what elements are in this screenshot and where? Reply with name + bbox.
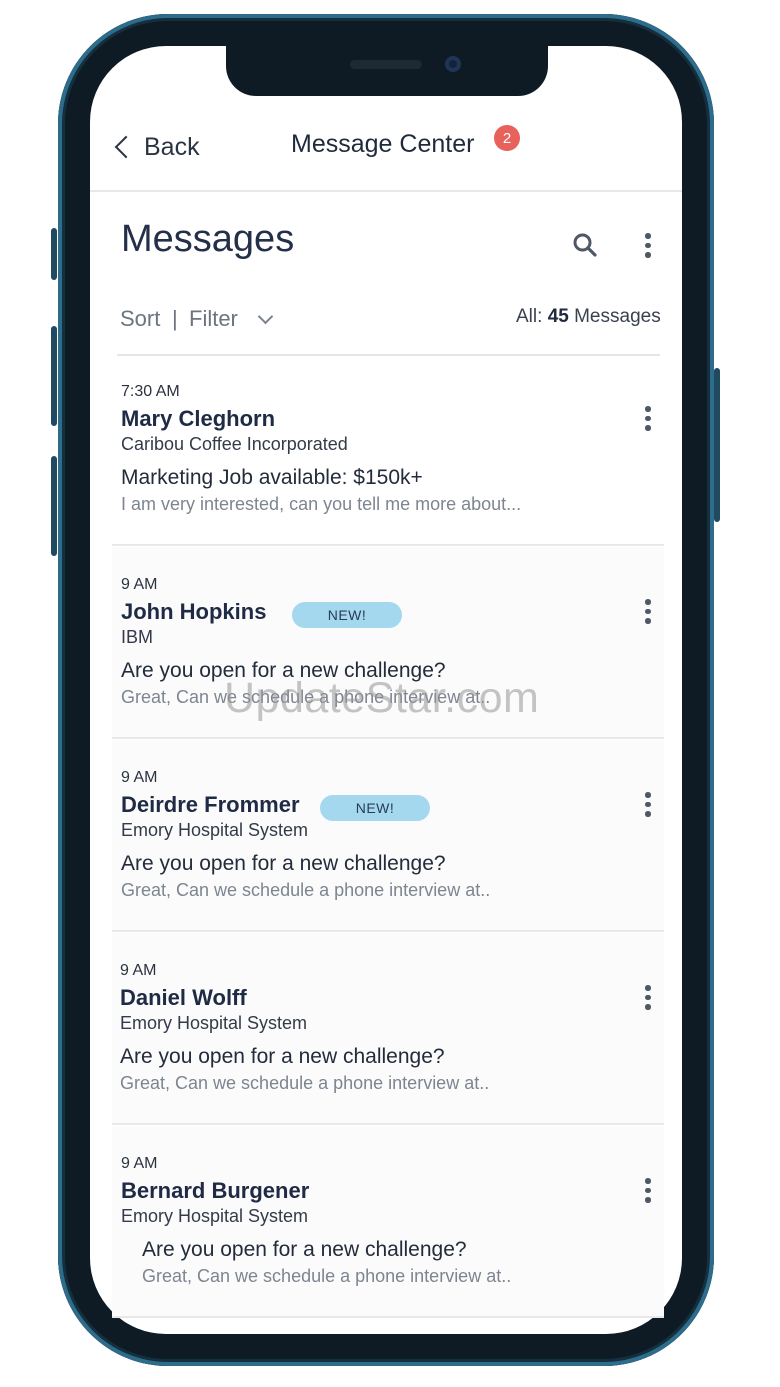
message-time: 9 AM [121, 769, 158, 786]
message-count: All: 45 Messages [516, 306, 661, 328]
count-suffix: Messages [574, 306, 661, 327]
message-divider [112, 737, 664, 739]
speaker-grille [350, 60, 422, 69]
sender-company: Emory Hospital System [120, 1013, 308, 1033]
message-time: 9 AM [120, 962, 157, 979]
message-divider [112, 1316, 664, 1318]
new-badge: NEW! [292, 602, 402, 628]
message-time: 7:30 AM [121, 383, 180, 400]
message-divider [112, 1123, 664, 1125]
message-options-icon[interactable] [645, 406, 651, 431]
sort-button[interactable]: Sort [120, 306, 160, 332]
sender-company: Caribou Coffee Incorporated [121, 434, 348, 454]
filter-button[interactable]: Filter [189, 306, 274, 332]
message-options-icon[interactable] [645, 985, 651, 1010]
filter-label: Filter [189, 306, 238, 331]
sender-name: Bernard Burgener [121, 1178, 310, 1203]
search-icon[interactable] [572, 232, 598, 258]
unread-count-badge: 2 [494, 125, 520, 151]
sort-filter-separator: | [172, 306, 178, 331]
back-label: Back [144, 132, 200, 161]
nav-divider [90, 190, 682, 192]
message-item[interactable]: 9 AM Deirdre Frommer NEW! Emory Hospital… [112, 740, 664, 932]
chevron-left-icon [114, 135, 138, 159]
more-options-icon[interactable] [645, 233, 651, 258]
page-title: Messages [121, 218, 295, 260]
count-value: 45 [547, 306, 569, 327]
volume-down-button [51, 456, 57, 556]
message-preview: I am very interested, can you tell me mo… [121, 494, 522, 514]
volume-up-button [51, 326, 57, 426]
message-divider [112, 930, 664, 932]
message-time: 9 AM [121, 1155, 158, 1172]
message-item[interactable]: 9 AM Daniel Wolff Emory Hospital System … [112, 933, 664, 1125]
message-time: 9 AM [121, 576, 158, 593]
sender-name: Daniel Wolff [120, 985, 247, 1010]
sender-name: Deirdre Frommer [121, 792, 300, 817]
front-camera [445, 56, 461, 72]
message-subject: Are you open for a new challenge? [121, 659, 446, 682]
message-subject: Are you open for a new challenge? [121, 852, 446, 875]
sender-name: John Hopkins [121, 599, 267, 624]
power-button [714, 368, 720, 522]
message-item[interactable]: 9 AM John Hopkins NEW! IBM Are you open … [112, 547, 664, 739]
chevron-down-icon [257, 308, 274, 324]
sender-company: Emory Hospital System [121, 1206, 309, 1226]
message-divider [112, 544, 664, 546]
message-preview: Great, Can we schedule a phone interview… [142, 1266, 512, 1286]
sender-company: IBM [121, 627, 154, 647]
nav-title: Message Center [291, 130, 475, 158]
message-preview: Great, Can we schedule a phone interview… [121, 880, 491, 900]
sender-name: Mary Cleghorn [121, 406, 276, 431]
count-prefix: All: [516, 306, 543, 327]
message-subject: Marketing Job available: $150k+ [121, 466, 423, 489]
message-options-icon[interactable] [645, 792, 651, 817]
message-subject: Are you open for a new challenge? [142, 1238, 467, 1261]
silent-switch [51, 228, 57, 280]
new-badge: NEW! [320, 795, 430, 821]
message-preview: Great, Can we schedule a phone interview… [120, 1073, 490, 1093]
sender-company: Emory Hospital System [121, 820, 309, 840]
back-button[interactable]: Back [112, 130, 200, 164]
message-options-icon[interactable] [645, 599, 651, 624]
message-item[interactable]: 7:30 AM Mary Cleghorn Caribou Coffee Inc… [112, 354, 664, 546]
message-item[interactable]: 9 AM Bernard Burgener Emory Hospital Sys… [112, 1126, 664, 1318]
message-subject: Are you open for a new challenge? [120, 1045, 445, 1068]
notch [226, 44, 548, 96]
message-options-icon[interactable] [645, 1178, 651, 1203]
message-preview: Great, Can we schedule a phone interview… [121, 687, 491, 707]
